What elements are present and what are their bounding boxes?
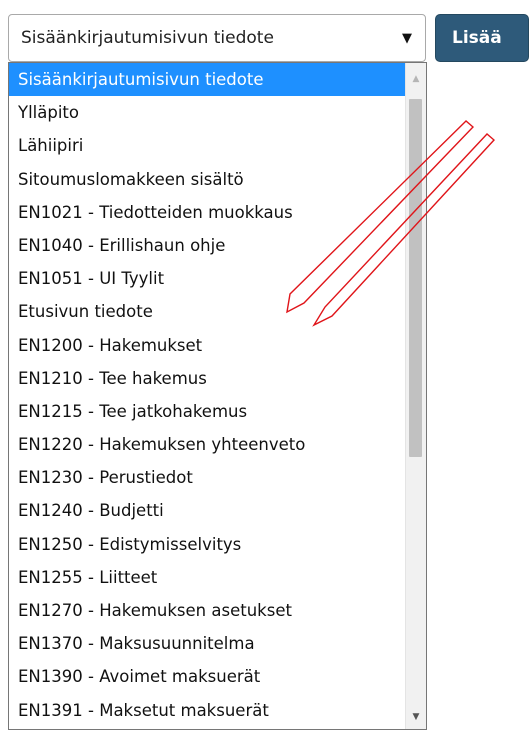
option-item[interactable]: Etusivun tiedote bbox=[9, 295, 405, 328]
scrollbar[interactable]: ▲ ▼ bbox=[405, 63, 426, 729]
option-item[interactable]: EN1220 - Hakemuksen yhteenveto bbox=[9, 428, 405, 461]
chevron-down-icon[interactable]: ▼ bbox=[389, 31, 425, 46]
option-item[interactable]: EN1250 - Edistymisselvitys bbox=[9, 528, 405, 561]
option-item[interactable]: Lähiipiri bbox=[9, 129, 405, 162]
scroll-up-icon[interactable]: ▲ bbox=[406, 69, 426, 89]
option-item[interactable]: EN1040 - Erillishaun ohje bbox=[9, 229, 405, 262]
option-item[interactable]: EN1270 - Hakemuksen asetukset bbox=[9, 594, 405, 627]
option-item[interactable]: EN1051 - UI Tyylit bbox=[9, 262, 405, 295]
dropdown-list[interactable]: Sisäänkirjautumisivun tiedote Ylläpito Läh… bbox=[8, 62, 427, 730]
option-item[interactable]: EN1230 - Perustiedot bbox=[9, 461, 405, 494]
scroll-down-icon[interactable]: ▼ bbox=[406, 707, 426, 727]
option-item[interactable]: EN1255 - Liitteet bbox=[9, 561, 405, 594]
option-item[interactable]: EN1391 - Maksetut maksuerät bbox=[9, 694, 405, 727]
scrollbar-thumb[interactable] bbox=[409, 99, 422, 457]
select-value: Sisäänkirjautumisivun tiedote bbox=[21, 28, 274, 48]
option-item[interactable]: EN1240 - Budjetti bbox=[9, 494, 405, 527]
option-item[interactable]: Ylläpito bbox=[9, 96, 405, 129]
option-item[interactable]: EN1021 - Tiedotteiden muokkaus bbox=[9, 196, 405, 229]
add-button[interactable]: Lisää bbox=[435, 14, 529, 62]
option-item[interactable]: Sitoumuslomakkeen sisältö bbox=[9, 163, 405, 196]
option-item[interactable]: EN1215 - Tee jatkohakemus bbox=[9, 395, 405, 428]
option-item[interactable]: EN1370 - Maksusuunnitelma bbox=[9, 627, 405, 660]
option-item[interactable]: Sisäänkirjautumisivun tiedote bbox=[9, 63, 405, 97]
page-select[interactable]: Sisäänkirjautumisivun tiedote ▼ bbox=[8, 14, 426, 62]
option-item[interactable]: EN1200 - Hakemukset bbox=[9, 329, 405, 362]
options-list: Sisäänkirjautumisivun tiedote Ylläpito Läh… bbox=[9, 63, 405, 727]
option-item[interactable]: EN1210 - Tee hakemus bbox=[9, 362, 405, 395]
option-item[interactable]: EN1390 - Avoimet maksuerät bbox=[9, 660, 405, 693]
